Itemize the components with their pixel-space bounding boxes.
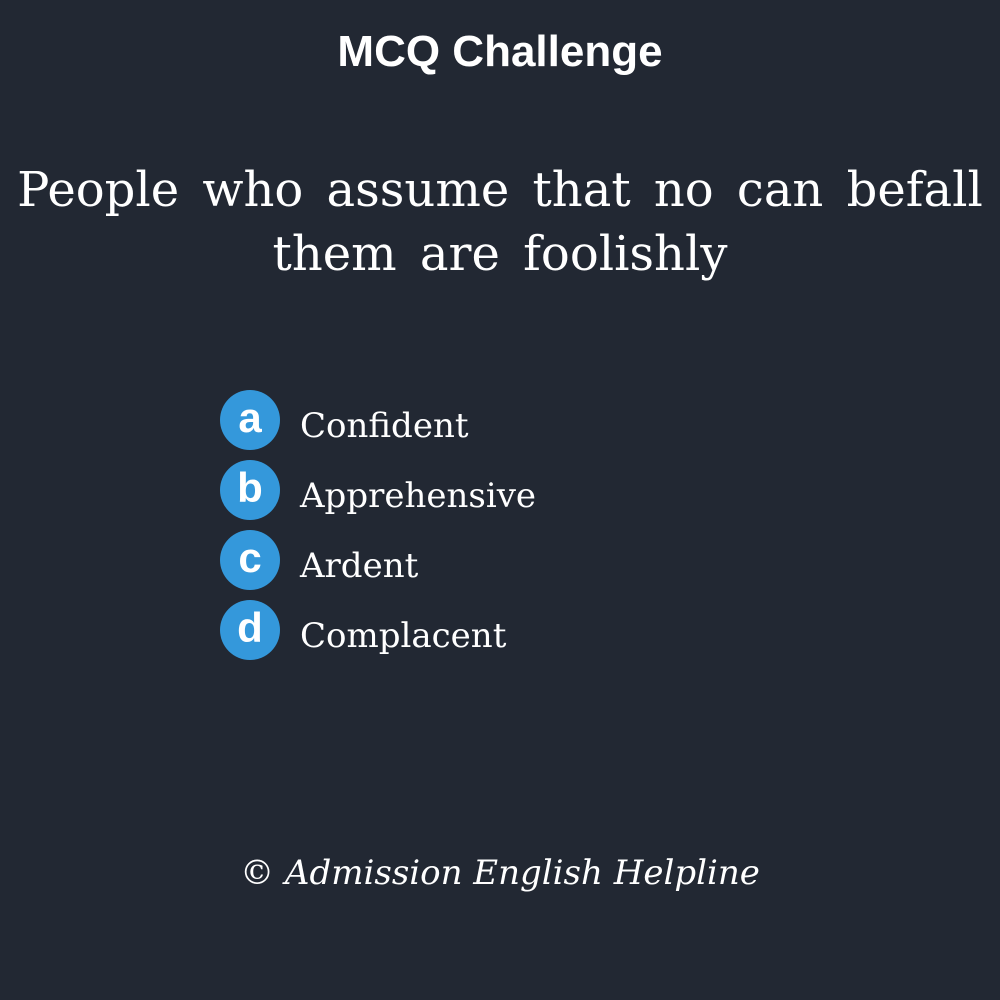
option-d-text: Complacent (300, 616, 507, 656)
option-c-text: Ardent (300, 546, 419, 586)
question-line-1: People who assume that no can befall (17, 162, 983, 218)
option-b-text: Apprehensive (300, 476, 537, 516)
option-b[interactable]: b Apprehensive (220, 460, 820, 520)
question-line-2: them are foolishly (272, 226, 728, 282)
copyright-footer: © Admission English Helpline (240, 853, 760, 893)
option-d[interactable]: d Complacent (220, 600, 820, 660)
option-a-text: Confident (300, 406, 469, 446)
option-a[interactable]: a Confident (220, 390, 820, 450)
answer-options: a Confident b Apprehensive c Ardent d Co… (220, 390, 820, 670)
option-c-badge: c (220, 530, 280, 590)
option-c[interactable]: c Ardent (220, 530, 820, 590)
option-a-badge: a (220, 390, 280, 450)
option-b-badge: b (220, 460, 280, 520)
question-text: People who assume that no can befall the… (0, 158, 1000, 286)
option-d-badge: d (220, 600, 280, 660)
page-title: MCQ Challenge (337, 27, 663, 76)
